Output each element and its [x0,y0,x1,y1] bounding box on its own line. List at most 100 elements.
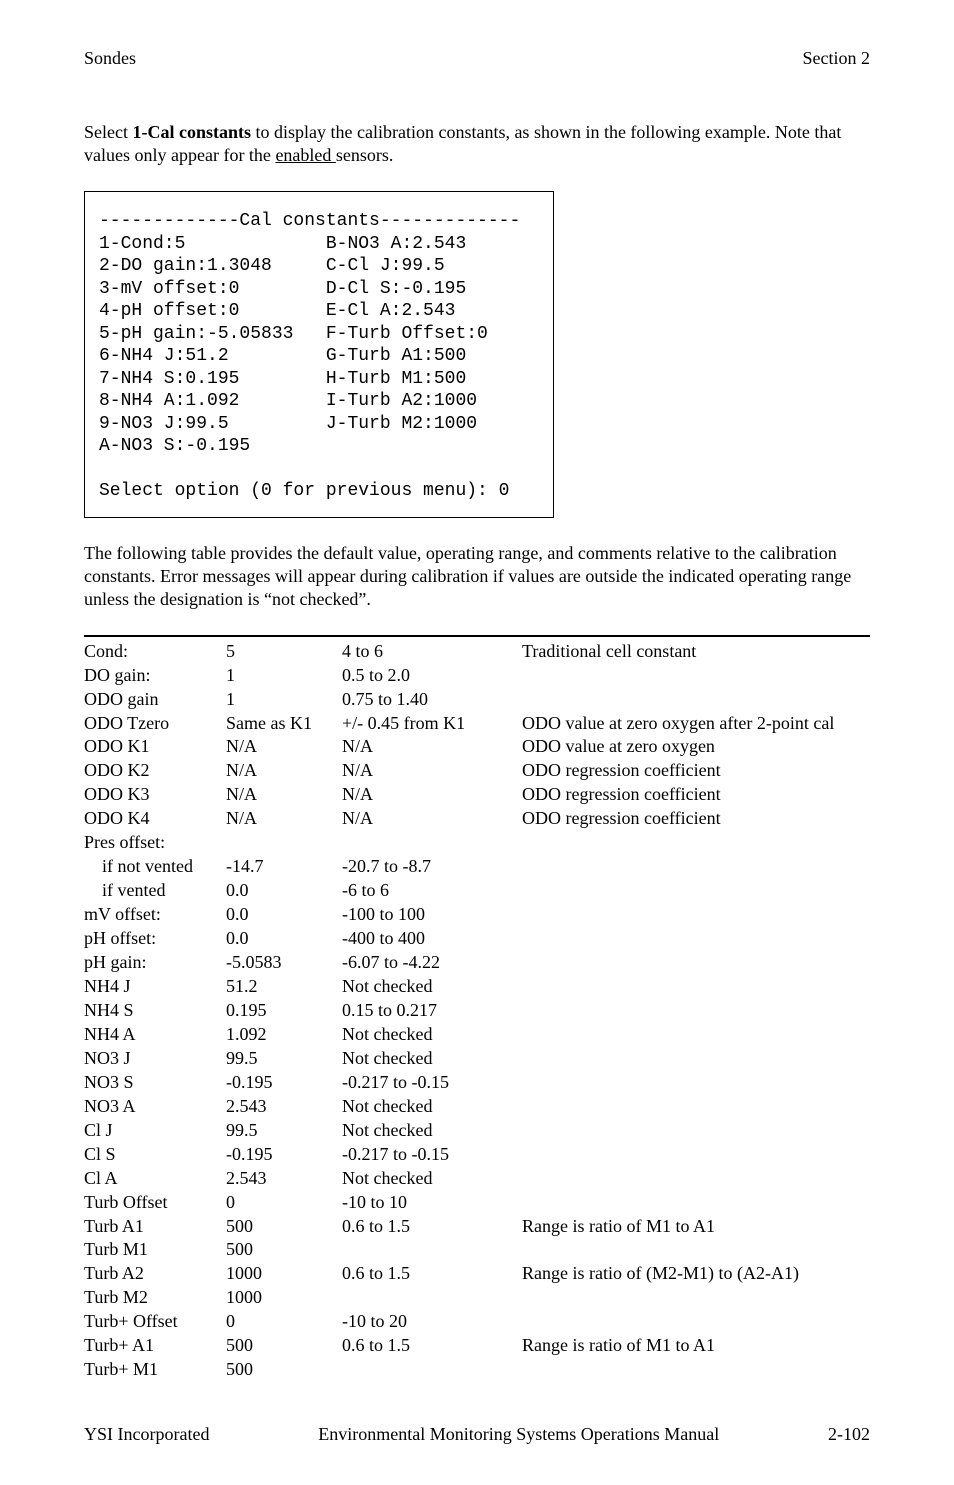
table-row: Turb A210000.6 to 1.5Range is ratio of (… [84,1262,870,1286]
constant-name: NO3 A [84,1095,226,1119]
operating-range: Not checked [342,1167,522,1191]
text: sensors. [336,145,394,165]
operating-range: -100 to 100 [342,903,522,927]
table-row: Turb+ M1500 [84,1358,870,1382]
terminal-output-box: -------------Cal constants------------- … [84,191,554,518]
default-value: -5.0583 [226,951,342,975]
comment [522,1023,870,1047]
comment [522,999,870,1023]
default-value: 99.5 [226,1119,342,1143]
operating-range [342,1238,522,1262]
comment [522,975,870,999]
operating-range: -20.7 to -8.7 [342,855,522,879]
default-value: 0.195 [226,999,342,1023]
constant-name: ODO K3 [84,783,226,807]
table-intro-paragraph: The following table provides the default… [84,542,870,611]
comment: Traditional cell constant [522,636,870,664]
comment [522,1358,870,1382]
default-value: 1 [226,664,342,688]
operating-range: Not checked [342,1047,522,1071]
constant-name: Turb M1 [84,1238,226,1262]
default-value: -0.195 [226,1071,342,1095]
default-value: N/A [226,783,342,807]
operating-range: -0.217 to -0.15 [342,1143,522,1167]
running-header: Sondes Section 2 [84,48,870,69]
operating-range: 0.6 to 1.5 [342,1334,522,1358]
header-left: Sondes [84,48,136,69]
table-row: NH4 S0.1950.15 to 0.217 [84,999,870,1023]
table-row: DO gain:10.5 to 2.0 [84,664,870,688]
constant-name: NO3 J [84,1047,226,1071]
operating-range: 4 to 6 [342,636,522,664]
default-value: 500 [226,1358,342,1382]
table-row: ODO gain10.75 to 1.40 [84,688,870,712]
comment [522,1071,870,1095]
default-value: 5 [226,636,342,664]
default-value: 99.5 [226,1047,342,1071]
comment [522,1047,870,1071]
table-row: NO3 J99.5Not checked [84,1047,870,1071]
comment [522,1119,870,1143]
table-row: Turb M21000 [84,1286,870,1310]
constant-name: Cl S [84,1143,226,1167]
constant-name: NO3 S [84,1071,226,1095]
operating-range: -0.217 to -0.15 [342,1071,522,1095]
constant-name: Turb Offset [84,1191,226,1215]
comment [522,1310,870,1334]
table-row: Cond:54 to 6Traditional cell constant [84,636,870,664]
calibration-constants-table: Cond:54 to 6Traditional cell constantDO … [84,635,870,1383]
constant-name: Turb+ Offset [84,1310,226,1334]
comment [522,1191,870,1215]
default-value: 0.0 [226,903,342,927]
operating-range [342,1358,522,1382]
default-value: 500 [226,1238,342,1262]
table-row: ODO K4N/AN/AODO regression coefficient [84,807,870,831]
table-row: Turb Offset0-10 to 10 [84,1191,870,1215]
comment [522,831,870,855]
table-row: Cl A2.543Not checked [84,1167,870,1191]
operating-range: -6.07 to -4.22 [342,951,522,975]
table-row: NH4 A1.092Not checked [84,1023,870,1047]
default-value: 1000 [226,1262,342,1286]
table-row: pH offset:0.0-400 to 400 [84,927,870,951]
running-footer: YSI Incorporated Environmental Monitorin… [84,1424,870,1445]
default-value: Same as K1 [226,712,342,736]
constant-name: NH4 J [84,975,226,999]
constant-name: ODO Tzero [84,712,226,736]
operating-range: 0.6 to 1.5 [342,1262,522,1286]
comment: ODO regression coefficient [522,783,870,807]
table-row: ODO K1N/AN/AODO value at zero oxygen [84,735,870,759]
constant-name: mV offset: [84,903,226,927]
constant-name: Cl A [84,1167,226,1191]
constant-name: pH gain: [84,951,226,975]
default-value: N/A [226,759,342,783]
table-row: Cl J99.5Not checked [84,1119,870,1143]
constant-name: NH4 A [84,1023,226,1047]
operating-range: N/A [342,759,522,783]
default-value: 1000 [226,1286,342,1310]
table-row: ODO K3N/AN/AODO regression coefficient [84,783,870,807]
default-value: 51.2 [226,975,342,999]
operating-range: Not checked [342,1023,522,1047]
operating-range: +/- 0.45 from K1 [342,712,522,736]
constant-name: ODO K1 [84,735,226,759]
table-row: Turb+ A15000.6 to 1.5Range is ratio of M… [84,1334,870,1358]
constant-name: ODO gain [84,688,226,712]
comment: ODO value at zero oxygen after 2-point c… [522,712,870,736]
comment [522,688,870,712]
comment [522,903,870,927]
default-value: -14.7 [226,855,342,879]
constant-name: if not vented [84,855,226,879]
table-row: ODO TzeroSame as K1+/- 0.45 from K1ODO v… [84,712,870,736]
default-value: N/A [226,735,342,759]
constant-name: ODO K4 [84,807,226,831]
operating-range: -400 to 400 [342,927,522,951]
default-value [226,831,342,855]
table-row: NO3 A2.543Not checked [84,1095,870,1119]
table-row: NO3 S-0.195-0.217 to -0.15 [84,1071,870,1095]
intro-paragraph: Select 1-Cal constants to display the ca… [84,121,870,167]
table-row: Cl S-0.195-0.217 to -0.15 [84,1143,870,1167]
operating-range: N/A [342,807,522,831]
default-value: 2.543 [226,1095,342,1119]
constant-name: pH offset: [84,927,226,951]
